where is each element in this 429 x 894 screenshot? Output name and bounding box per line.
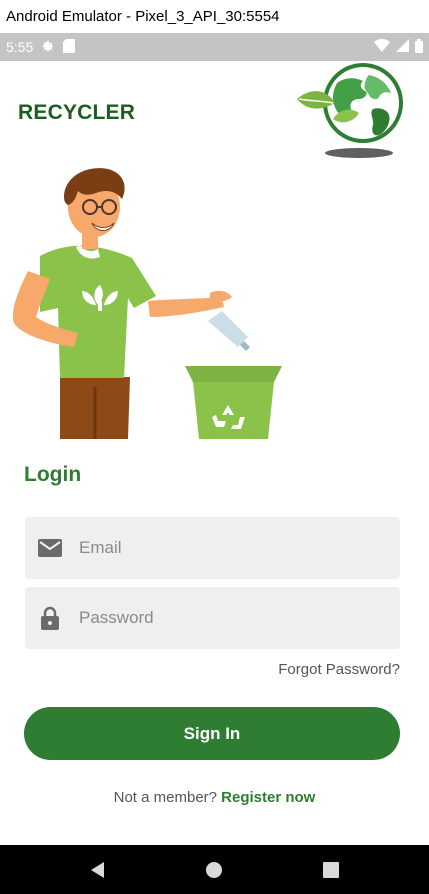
lock-icon [37, 605, 63, 631]
email-input[interactable] [77, 537, 381, 559]
recents-icon[interactable] [311, 850, 351, 890]
signal-icon [396, 39, 409, 55]
globe-logo-icon [293, 61, 408, 161]
navigation-bar [0, 845, 429, 894]
wifi-icon [374, 38, 390, 55]
login-screen: RECYCLER Login Email Forgot Password? Si… [0, 61, 429, 845]
battery-icon [415, 38, 423, 56]
mail-icon [37, 535, 63, 561]
status-time: 5:55 [6, 39, 34, 55]
register-prompt-text: Not a member? [113, 789, 217, 806]
status-bar: 5:55 [0, 33, 429, 61]
register-prompt: Not a member? Register now [0, 789, 429, 806]
app-brand: RECYCLER [18, 101, 136, 124]
sd-card-icon [63, 38, 76, 56]
register-now-link[interactable]: Register now [221, 789, 315, 806]
password-field[interactable] [25, 587, 400, 649]
sign-in-button[interactable]: Sign In [24, 707, 400, 760]
back-icon[interactable] [78, 850, 118, 890]
recycling-illustration [0, 161, 300, 441]
home-icon[interactable] [194, 850, 234, 890]
settings-icon [41, 39, 55, 56]
emulator-title-bar: Android Emulator - Pixel_3_API_30:5554 [0, 0, 429, 33]
login-heading: Login [24, 463, 82, 486]
password-input[interactable] [77, 607, 381, 629]
window-title: Android Emulator - Pixel_3_API_30:5554 [6, 8, 280, 25]
forgot-password-link[interactable]: Forgot Password? [278, 661, 400, 678]
email-field[interactable] [25, 517, 400, 579]
